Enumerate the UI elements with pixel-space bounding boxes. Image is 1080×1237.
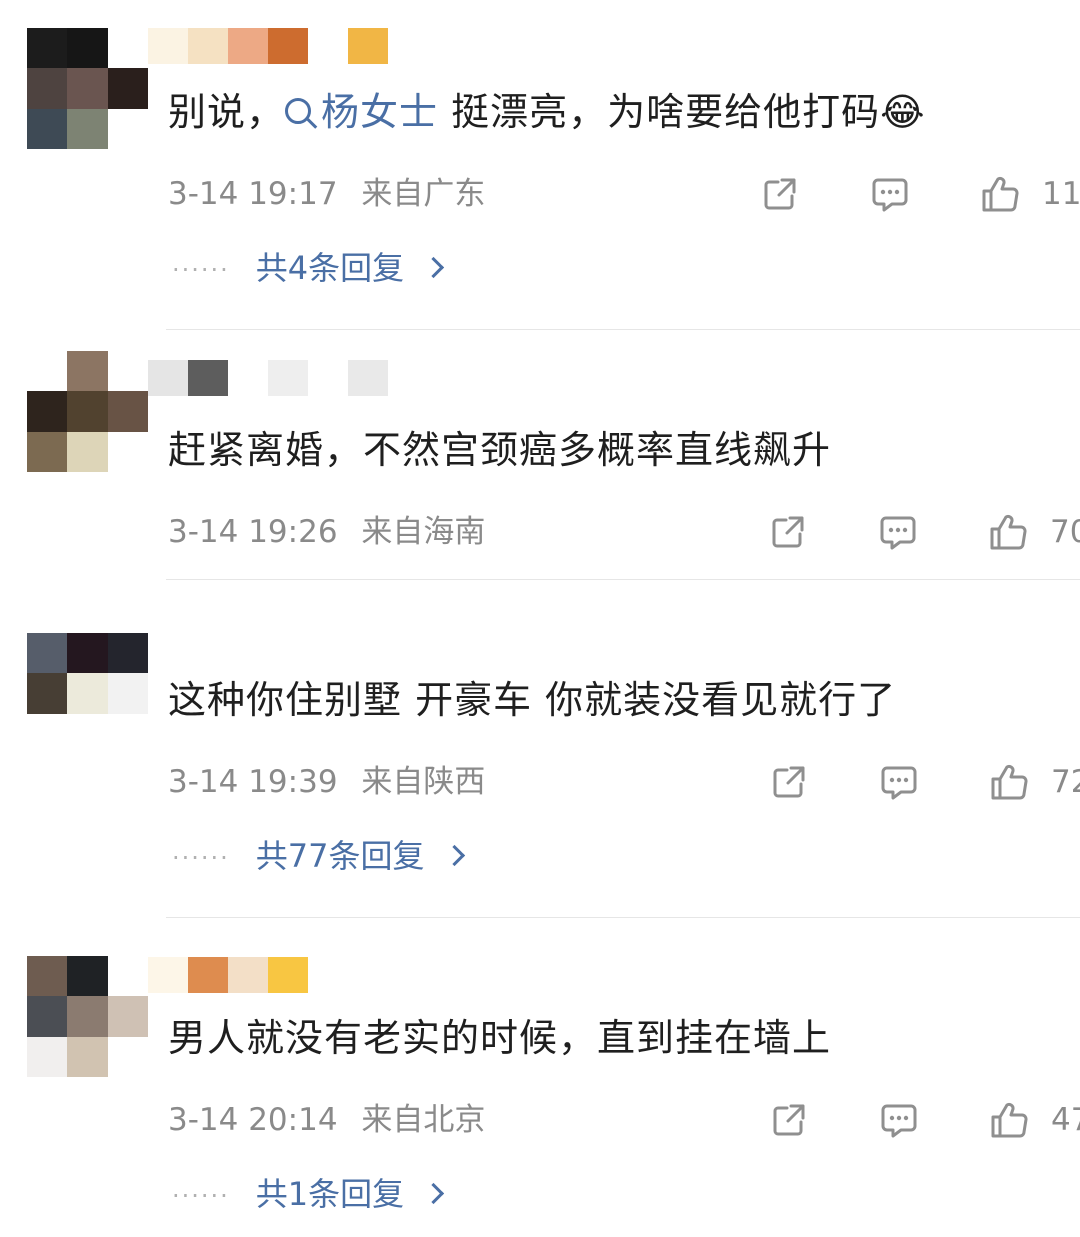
like-count: 72 [1051,764,1080,800]
comment-meta: 3-14 19:17 来自广东 [168,174,485,214]
share-icon [769,1100,809,1140]
share-button[interactable] [769,760,809,804]
search-icon [285,97,312,124]
chevron-right-icon [423,256,445,278]
share-button[interactable] [768,510,808,554]
comment-button[interactable] [879,1098,919,1142]
comment-date: 3-14 19:26 [168,514,338,550]
comment-date: 3-14 19:17 [168,176,338,212]
thumbs-up-icon [988,512,1028,552]
avatar[interactable] [27,633,148,754]
comment-icon [879,1100,919,1140]
thumbs-up-icon [989,1100,1029,1140]
action-bar: 70 [768,510,1080,554]
view-replies-link[interactable]: ······ 共77条回复 [172,834,465,880]
thumbs-up-icon [980,174,1020,214]
comment-button[interactable] [878,510,918,554]
avatar[interactable] [27,351,148,472]
like-count: 112 [1042,176,1080,212]
thumbs-up-icon [989,762,1029,802]
like-button[interactable]: 47 [989,1098,1080,1142]
comment-location: 来自广东 [361,176,486,212]
username-blurred[interactable] [148,957,388,997]
topic-link[interactable]: 杨女士 [285,90,438,134]
action-bar: 112 [760,172,1080,216]
comment-location: 来自北京 [361,1102,486,1138]
share-button[interactable] [769,1098,809,1142]
like-count: 47 [1051,1102,1080,1138]
comment-meta: 3-14 19:26 来自海南 [168,512,485,552]
comment-button[interactable] [870,172,910,216]
username-blurred[interactable] [148,630,388,670]
comment-icon [870,174,910,214]
chevron-right-icon [423,1182,445,1204]
comment-meta: 3-14 20:14 来自北京 [168,1100,485,1140]
username-blurred[interactable] [148,28,388,68]
comment-button[interactable] [879,760,919,804]
comment-date: 3-14 20:14 [168,1102,338,1138]
divider [166,579,1080,580]
share-icon [760,174,800,214]
share-button[interactable] [760,172,800,216]
view-replies-link[interactable]: ······ 共4条回复 [172,246,445,292]
view-replies-link[interactable]: ······ 共1条回复 [172,1172,445,1218]
comment-location: 来自海南 [361,514,486,550]
comment-date: 3-14 19:39 [168,764,338,800]
avatar[interactable] [27,956,148,1077]
like-button[interactable]: 70 [988,510,1080,554]
comment-meta: 3-14 19:39 来自陕西 [168,762,485,802]
action-bar: 72 [769,760,1080,804]
username-blurred[interactable] [148,360,388,400]
comment-icon [878,512,918,552]
avatar[interactable] [27,28,148,149]
like-button[interactable]: 112 [980,172,1080,216]
divider [166,917,1080,918]
like-button[interactable]: 72 [989,760,1080,804]
comment-text: 别说， 杨女士 挺漂亮，为啥要给他打码😂 [168,90,926,134]
action-bar: 47 [769,1098,1080,1142]
comment-location: 来自陕西 [361,764,486,800]
like-count: 70 [1050,514,1080,550]
divider [166,329,1080,330]
comment-icon [879,762,919,802]
comment-text: 赶紧离婚，不然宫颈癌多概率直线飙升 [168,428,832,472]
chevron-right-icon [443,844,465,866]
comment-text: 这种你住别墅 开豪车 你就装没看见就行了 [168,678,897,722]
share-icon [769,762,809,802]
share-icon [768,512,808,552]
comment-text: 男人就没有老实的时候，直到挂在墙上 [168,1016,832,1060]
laughing-emoji: 😂 [880,90,926,134]
